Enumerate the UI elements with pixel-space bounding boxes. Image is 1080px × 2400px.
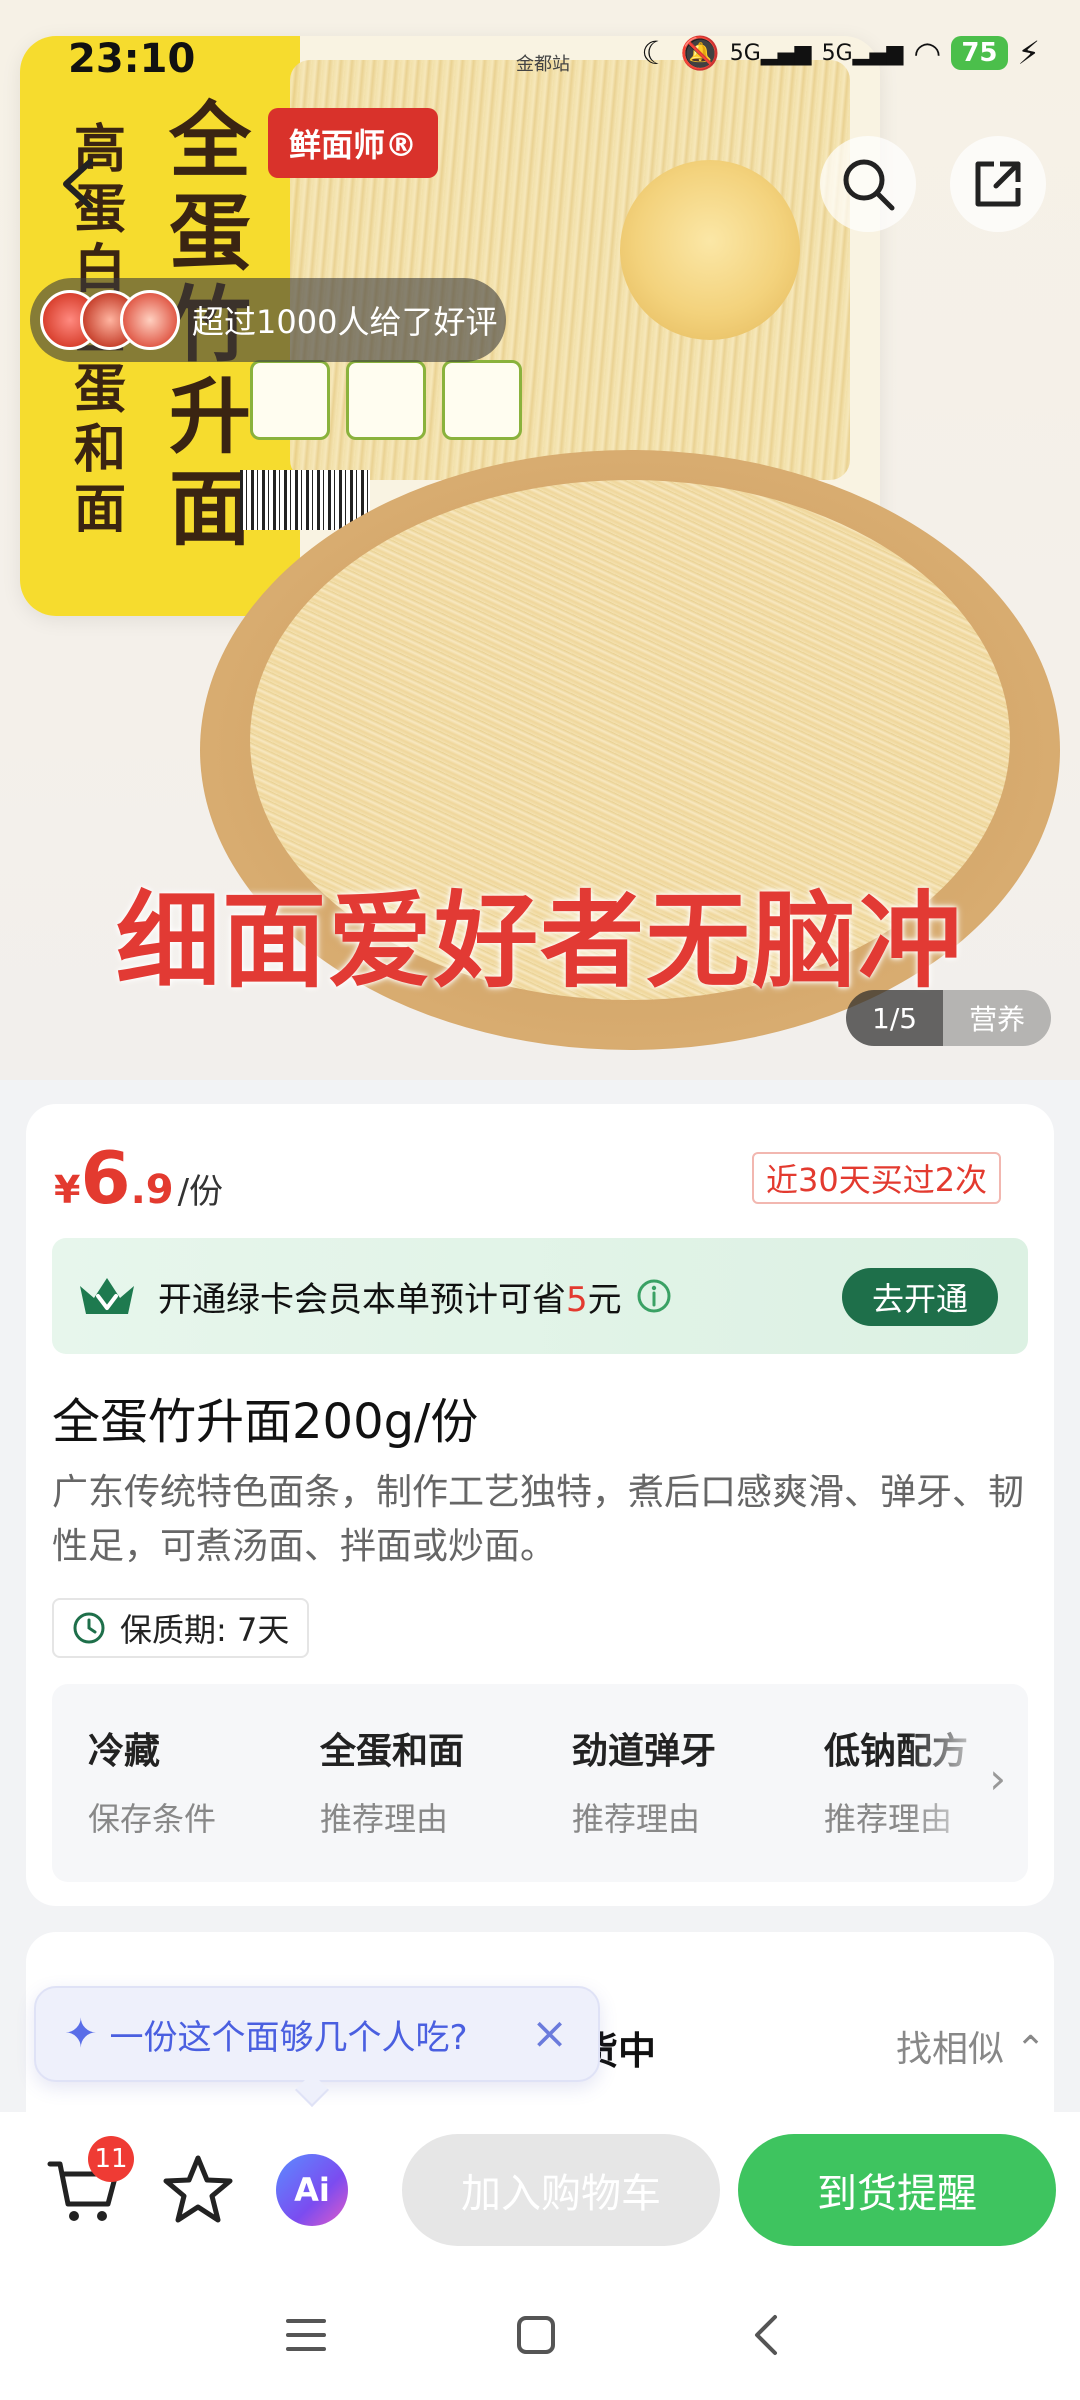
reviewer-avatars <box>40 290 180 350</box>
attribute-item: 冷藏 保存条件 <box>88 1722 216 1840</box>
fresh-badge <box>346 360 426 440</box>
signal-icon-2: 5G▂▄▆ <box>821 40 904 66</box>
hero-caption: 细面爱好者无脑冲 <box>115 880 964 1002</box>
crown-icon <box>80 1278 134 1314</box>
price: ¥ 6 .9 /份 <box>54 1136 223 1220</box>
close-icon[interactable]: × <box>531 2008 568 2059</box>
chevron-right-icon[interactable]: › <box>989 1754 1006 1803</box>
membership-banner[interactable]: 开通绿卡会员本单预计可省5元 去开通 <box>52 1238 1028 1354</box>
attribute-key: 保存条件 <box>88 1800 217 1838</box>
attribute-key: 推荐理由 <box>572 1800 701 1838</box>
attribute-value: 全蛋和面 <box>320 1731 465 1772</box>
attribute-fade <box>908 1684 1028 1882</box>
open-membership-button[interactable]: 去开通 <box>842 1268 998 1326</box>
star-icon[interactable] <box>160 2152 236 2228</box>
share-icon <box>975 161 1021 207</box>
purchase-history-tag: 近30天买过2次 <box>752 1152 1002 1204</box>
membership-save-amount: 5 <box>566 1279 588 1320</box>
noodle-mascot <box>620 160 800 340</box>
ai-assistant-button[interactable]: Ai <box>276 2154 348 2226</box>
product-description: 广东传统特色面条，制作工艺独特，煮后口感爽滑、弹牙、韧性足，可煮汤面、拌面或炒面… <box>52 1472 1025 1567</box>
status-time: 23:10 <box>68 36 196 82</box>
status-carrier: 金都站 <box>516 54 570 75</box>
product-title: 全蛋竹升面200g/份 <box>52 1394 479 1450</box>
ai-question-bubble[interactable]: ✦ 一份这个面够几个人吃? × <box>34 1986 600 2082</box>
price-decimal: .9 <box>130 1167 174 1213</box>
signal-icon: 5G▂▄▆ <box>729 40 812 66</box>
add-to-cart-button[interactable]: 加入购物车 <box>402 2134 720 2246</box>
search-button[interactable] <box>820 136 916 232</box>
membership-text: 开通绿卡会员本单预计可省5元 <box>158 1279 622 1320</box>
info-icon[interactable] <box>636 1278 672 1314</box>
price-unit: /份 <box>177 1172 224 1212</box>
pager-count: 1/5 <box>846 990 944 1046</box>
attribute-item: 全蛋和面 推荐理由 <box>320 1722 464 1840</box>
quality-badge <box>250 360 330 440</box>
price-integer: 6 <box>80 1136 131 1220</box>
price-symbol: ¥ <box>54 1168 81 1212</box>
package-badges <box>250 360 522 440</box>
status-bar: 23:10 金都站 ☾ 🔕 5G▂▄▆ 5G▂▄▆ ◠ 75 ⚡ <box>0 0 1080 120</box>
shelf-life-text: 保质期: 7天 <box>120 1611 290 1649</box>
sparkle-icon: ✦ <box>64 2011 98 2057</box>
wifi-icon: ◠ <box>913 34 942 72</box>
moon-icon: ☾ <box>641 34 670 72</box>
chevron-left-icon <box>63 159 93 209</box>
find-similar-button[interactable]: 找相似 ⌃ <box>896 2020 1046 2072</box>
search-icon <box>843 159 895 211</box>
attribute-strip[interactable]: 冷藏 保存条件 全蛋和面 推荐理由 劲道弹牙 推荐理由 低钠配方 推荐理由 › <box>52 1684 1028 1882</box>
back-button[interactable] <box>30 136 126 232</box>
ai-question-text: 一份这个面够几个人吃? <box>109 2017 468 2058</box>
product-image-carousel[interactable]: 高蛋白全蛋和面 全蛋竹升面 鲜面师® 细面爱好者无脑冲 <box>0 0 1080 1080</box>
status-icons: ☾ 🔕 5G▂▄▆ 5G▂▄▆ ◠ 75 ⚡ <box>641 34 1040 72</box>
pager-tag-nutrition[interactable]: 营养 <box>943 990 1052 1046</box>
review-summary-pill[interactable]: 超过1000人给了好评 <box>30 278 506 362</box>
shelf-life-tag: 保质期: 7天 <box>52 1598 310 1658</box>
share-button[interactable] <box>950 136 1046 232</box>
cart-count-badge: 11 <box>88 2136 134 2182</box>
low-sodium-badge <box>442 360 522 440</box>
attribute-item: 劲道弹牙 推荐理由 <box>572 1722 716 1840</box>
charging-icon: ⚡ <box>1017 34 1040 72</box>
image-pager[interactable]: 1/5 营养 <box>846 990 1052 1046</box>
clock-icon <box>73 1612 105 1644</box>
attribute-value: 冷藏 <box>88 1731 161 1772</box>
home-icon[interactable] <box>496 2300 576 2370</box>
menu-icon[interactable] <box>266 2300 346 2370</box>
attribute-key: 推荐理由 <box>320 1800 449 1838</box>
avatar <box>120 290 180 350</box>
restock-reminder-button[interactable]: 到货提醒 <box>738 2134 1056 2246</box>
battery-icon: 75 <box>951 36 1008 70</box>
review-summary-text: 超过1000人给了好评 <box>192 303 498 341</box>
mute-icon: 🔕 <box>679 34 720 72</box>
attribute-value: 劲道弹牙 <box>572 1731 717 1772</box>
nav-back-icon[interactable] <box>726 2300 806 2370</box>
